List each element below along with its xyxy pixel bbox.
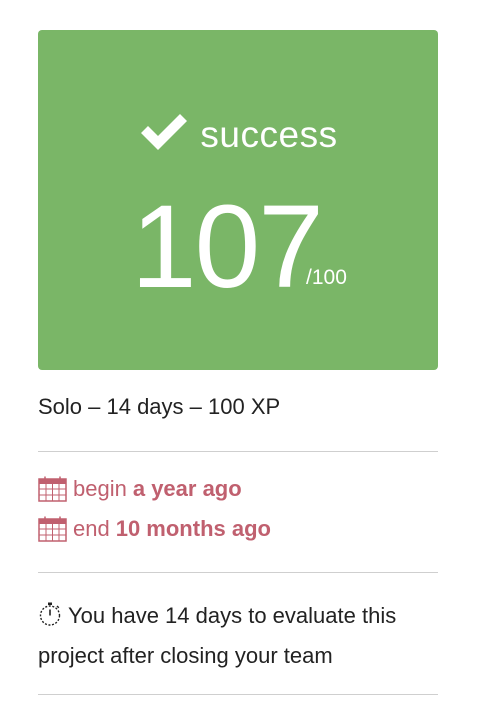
divider	[38, 451, 438, 452]
project-summary-panel: success 107 /100 Solo – 14 days – 100 XP…	[0, 0, 478, 726]
end-label: end	[73, 516, 110, 541]
evaluation-text: You have 14 days to evaluate this projec…	[38, 603, 397, 668]
begin-label: begin	[73, 476, 127, 501]
status-row: success	[38, 105, 438, 165]
score-card: success 107 /100	[38, 30, 438, 370]
grade-max: /100	[306, 266, 347, 289]
final-grade: 107	[131, 181, 324, 313]
begin-value: a year ago	[132, 476, 242, 501]
check-icon	[141, 114, 188, 150]
calendar-icon	[38, 516, 67, 542]
calendar-icon	[38, 476, 67, 502]
divider	[38, 694, 438, 695]
begin-date: begin a year ago	[38, 476, 242, 502]
timer-icon	[39, 602, 61, 626]
end-value: 10 months ago	[115, 516, 271, 541]
end-date: end 10 months ago	[38, 516, 271, 542]
evaluation-note: You have 14 days to evaluate this projec…	[38, 596, 448, 676]
project-meta: Solo – 14 days – 100 XP	[38, 394, 281, 419]
status-label: success	[200, 114, 338, 155]
divider	[38, 572, 438, 573]
